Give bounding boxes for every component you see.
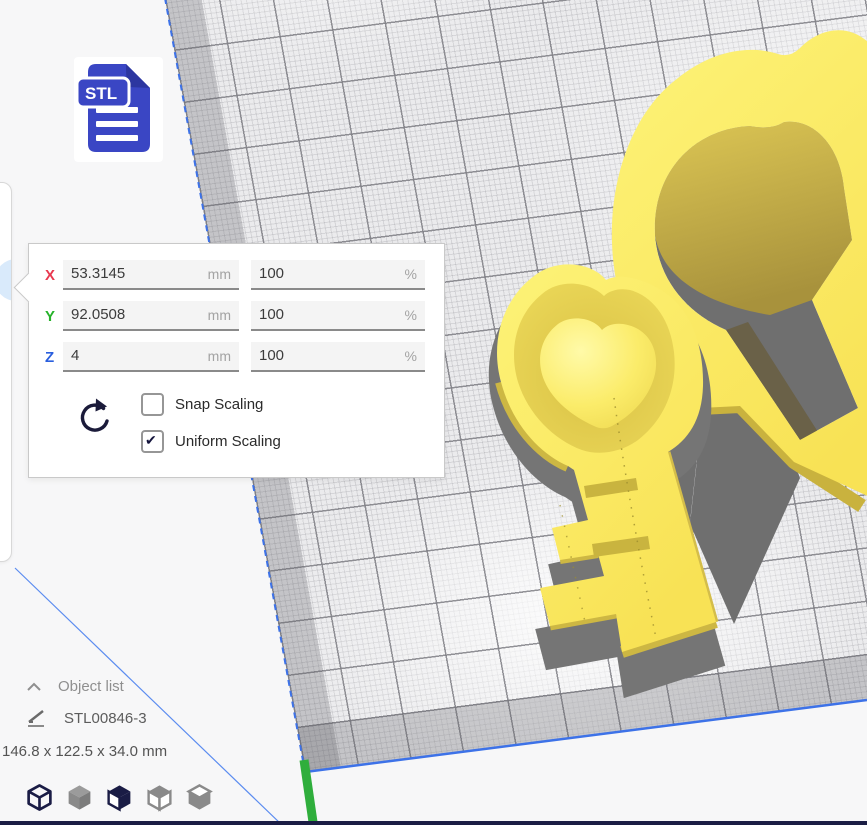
cube-right-icon — [189, 785, 211, 809]
cube-3d-icon — [29, 785, 51, 809]
reset-scale-button[interactable] — [75, 396, 115, 438]
scale-y-mm-input[interactable]: 92.0508 mm — [63, 301, 239, 331]
scale-x-percent-unit: % — [405, 266, 417, 282]
tool-sidebar[interactable] — [0, 182, 12, 562]
scale-x-percent-value: 100 — [259, 265, 284, 282]
view-3d-button[interactable] — [24, 783, 55, 812]
window-bottom-edge — [0, 821, 867, 825]
scale-y-mm-value: 92.0508 — [71, 306, 125, 323]
scale-y-percent-input[interactable]: 100 % — [251, 301, 425, 331]
scale-x-mm-value: 53.3145 — [71, 265, 125, 282]
axis-z-label: Z — [45, 349, 63, 366]
scale-y-percent-value: 100 — [259, 306, 284, 323]
scale-z-mm-value: 4 — [71, 347, 79, 364]
scale-z-percent-unit: % — [405, 348, 417, 364]
scale-x-mm-unit: mm — [208, 266, 231, 282]
stl-file-thumbnail: STL — [74, 57, 163, 162]
object-dimensions: 146.8 x 122.5 x 34.0 mm — [2, 743, 167, 760]
object-list-item[interactable]: STL00846-3 — [27, 710, 147, 727]
uniform-scaling-label: Uniform Scaling — [175, 433, 281, 450]
axis-y-label: Y — [45, 308, 63, 325]
stl-document-icon: STL — [77, 64, 150, 152]
scale-z-percent-input[interactable]: 100 % — [251, 342, 425, 372]
scale-x-percent-input[interactable]: 100 % — [251, 260, 425, 290]
camera-view-toolbar — [24, 783, 215, 812]
scale-x-mm-input[interactable]: 53.3145 mm — [63, 260, 239, 290]
scale-z-mm-input[interactable]: 4 mm — [63, 342, 239, 372]
snap-scaling-label: Snap Scaling — [175, 396, 263, 413]
object-list-title: Object list — [58, 678, 124, 695]
uniform-scaling-checkbox[interactable] — [141, 430, 164, 453]
cube-top-icon — [109, 785, 131, 809]
view-right-button[interactable] — [184, 783, 215, 812]
view-front-button[interactable] — [64, 783, 95, 812]
axis-x-label: X — [45, 267, 63, 284]
scale-y-percent-unit: % — [405, 307, 417, 323]
pencil-icon — [27, 710, 47, 727]
chevron-up-icon — [26, 682, 42, 692]
view-left-button[interactable] — [144, 783, 175, 812]
scale-y-mm-unit: mm — [208, 307, 231, 323]
object-list-header[interactable]: Object list — [26, 678, 124, 695]
cube-left-icon — [149, 785, 171, 809]
view-top-button[interactable] — [104, 783, 135, 812]
scale-tool-highlight[interactable] — [0, 259, 12, 301]
reset-rotate-icon — [82, 399, 107, 431]
plate-front-edge — [305, 700, 867, 772]
object-item-name: STL00846-3 — [64, 710, 147, 727]
scale-z-mm-unit: mm — [208, 348, 231, 364]
origin-axis-marker — [304, 760, 313, 822]
scale-z-percent-value: 100 — [259, 347, 284, 364]
cube-front-icon — [69, 785, 91, 809]
stl-badge-label: STL — [85, 84, 117, 103]
snap-scaling-checkbox[interactable] — [141, 393, 164, 416]
scale-panel: X 53.3145 mm 100 % Y 92.0508 mm 100 % Z … — [28, 243, 445, 478]
